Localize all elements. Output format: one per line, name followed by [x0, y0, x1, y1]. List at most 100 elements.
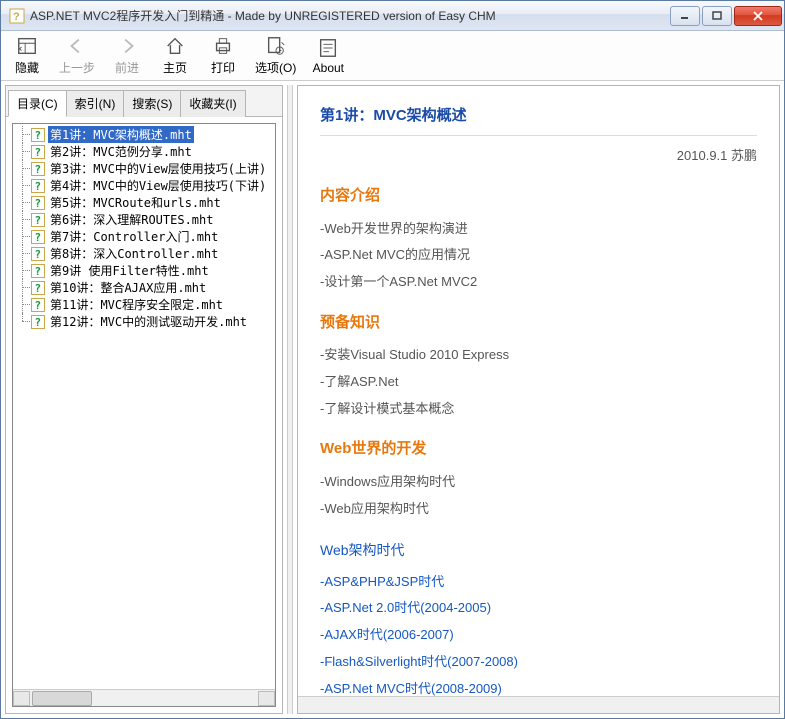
tree-item[interactable]: ? 第1讲：MVC架构概述.mht	[15, 126, 273, 143]
help-page-icon: ?	[31, 315, 45, 329]
hide-button[interactable]: 隐藏	[7, 33, 47, 78]
close-button[interactable]	[734, 6, 782, 26]
tool-label: About	[313, 61, 344, 75]
section-item: -安装Visual Studio 2010 Express	[320, 343, 757, 368]
tree-item-label: 第4讲：MVC中的View层使用技巧(下讲)	[48, 177, 268, 194]
tree-item-label: 第10讲：整合AJAX应用.mht	[48, 279, 208, 296]
titlebar[interactable]: ? ASP.NET MVC2程序开发入门到精通 - Made by UNREGI…	[1, 1, 784, 31]
tree-item[interactable]: ?第11讲：MVC程序安全限定.mht	[15, 296, 273, 313]
era-link[interactable]: -AJAX时代(2006-2007)	[320, 623, 757, 648]
section-heading: 内容介绍	[320, 182, 757, 211]
tree-item[interactable]: ?第6讲：深入理解ROUTES.mht	[15, 211, 273, 228]
tree-item-label: 第5讲：MVCRoute和urls.mht	[48, 194, 223, 211]
help-page-icon: ?	[31, 264, 45, 278]
tool-label: 主页	[163, 59, 187, 76]
section-item: -设计第一个ASP.Net MVC2	[320, 270, 757, 295]
tree-item[interactable]: ? 第9讲 使用Filter特性.mht	[15, 262, 273, 279]
tree-connector	[17, 313, 31, 330]
tree-item[interactable]: ? 第5讲：MVCRoute和urls.mht	[15, 194, 273, 211]
options-button[interactable]: 选项(O)	[251, 33, 300, 78]
tree-item-label: 第9讲 使用Filter特性.mht	[48, 262, 211, 279]
tree-container: ? 第1讲：MVC架构概述.mht? 第2讲：MVC范例分享.mht? 第3讲：MVC…	[12, 123, 276, 707]
content-area: 目录(C)索引(N)搜索(S)收藏夹(I) ?第1讲：MVC架构概述.mht?第…	[1, 81, 784, 718]
help-page-icon: ?	[31, 128, 45, 142]
era-link[interactable]: -ASP.Net 2.0时代(2004-2005)	[320, 596, 757, 621]
tree-item-label: 第12讲：MVC中的测试驱动开发.mht	[48, 313, 249, 330]
era-link[interactable]: -ASP.Net MVC时代(2008-2009)	[320, 677, 757, 696]
tree-item-label: 第1讲：MVC架构概述.mht	[48, 126, 194, 143]
forward-icon	[116, 35, 138, 57]
tree-item[interactable]: ? 第4讲：MVC中的View层使用技巧(下讲)	[15, 177, 273, 194]
tree-connector	[17, 262, 31, 279]
help-page-icon: ?	[31, 162, 45, 176]
tab-contents[interactable]: 目录(C)	[8, 90, 67, 117]
toolbar: 隐藏上一步 前进 主页 打印选项(O) About	[1, 31, 784, 81]
contents-tree[interactable]: ? 第1讲：MVC架构概述.mht? 第2讲：MVC范例分享.mht? 第3讲：MVC…	[13, 124, 275, 689]
tree-connector	[17, 177, 31, 194]
svg-text:?: ?	[13, 11, 20, 23]
svg-text:?: ?	[35, 265, 42, 278]
tree-item[interactable]: ?第12讲：MVC中的测试驱动开发.mht	[15, 313, 273, 330]
svg-text:?: ?	[35, 163, 42, 176]
section-item: -ASP.Net MVC的应用情况	[320, 243, 757, 268]
home-icon	[164, 35, 186, 57]
era-link[interactable]: -ASP&PHP&JSP时代	[320, 570, 757, 595]
back-button: 上一步	[55, 33, 99, 78]
svg-text:?: ?	[35, 282, 42, 295]
tree-connector	[17, 160, 31, 177]
content-horizontal-scrollbar[interactable]	[298, 696, 779, 713]
svg-text:?: ?	[35, 146, 42, 159]
svg-text:?: ?	[35, 180, 42, 193]
scroll-thumb[interactable]	[32, 691, 92, 706]
svg-text:?: ?	[35, 214, 42, 227]
maximize-button[interactable]	[702, 6, 732, 26]
svg-text:?: ?	[35, 129, 42, 142]
tree-item[interactable]: ? 第10讲：整合AJAX应用.mht	[15, 279, 273, 296]
tree-item-label: 第7讲：Controller入门.mht	[48, 228, 220, 245]
about-icon	[317, 37, 339, 59]
section-item: -Web应用架构时代	[320, 497, 757, 522]
section-item: -了解ASP.Net	[320, 370, 757, 395]
tree-item-label: 第3讲：MVC中的View层使用技巧(上讲)	[48, 160, 268, 177]
svg-text:?: ?	[35, 197, 42, 210]
tool-label: 上一步	[59, 59, 95, 76]
help-page-icon: ?	[31, 281, 45, 295]
window-buttons	[668, 6, 782, 26]
print-button[interactable]: 打印	[203, 33, 243, 78]
tree-connector	[17, 194, 31, 211]
nav-tabs: 目录(C)索引(N)搜索(S)收藏夹(I)	[6, 86, 282, 117]
tree-item[interactable]: ? 第2讲：MVC范例分享.mht	[15, 143, 273, 160]
tree-item[interactable]: ? 第3讲：MVC中的View层使用技巧(上讲)	[15, 160, 273, 177]
help-page-icon: ?	[31, 196, 45, 210]
help-page-icon: ?	[31, 298, 45, 312]
tab-index[interactable]: 索引(N)	[66, 90, 125, 117]
help-page-icon: ?	[31, 230, 45, 244]
about-button[interactable]: About	[308, 35, 348, 77]
tree-connector	[17, 126, 31, 143]
print-icon	[212, 35, 234, 57]
tree-horizontal-scrollbar[interactable]	[13, 689, 275, 706]
document-view[interactable]: 第1讲：MVC架构概述 2010.9.1 苏鹏 内容介绍-Web开发世界的架构演…	[298, 86, 779, 696]
tree-item-label: 第11讲：MVC程序安全限定.mht	[48, 296, 225, 313]
section-heading: 预备知识	[320, 309, 757, 338]
section-heading: Web世界的开发	[320, 435, 757, 464]
tab-favorites[interactable]: 收藏夹(I)	[180, 90, 245, 117]
scroll-left-button[interactable]	[13, 691, 30, 706]
tree-connector	[17, 279, 31, 296]
tree-connector	[17, 143, 31, 160]
doc-dateline: 2010.9.1 苏鹏	[320, 144, 757, 169]
svg-text:?: ?	[35, 248, 42, 261]
title-divider	[320, 135, 757, 136]
era-link[interactable]: -Flash&Silverlight时代(2007-2008)	[320, 650, 757, 675]
scroll-right-button[interactable]	[258, 691, 275, 706]
tree-item-label: 第2讲：MVC范例分享.mht	[48, 143, 194, 160]
splitter[interactable]	[287, 85, 293, 714]
minimize-button[interactable]	[670, 6, 700, 26]
tool-label: 打印	[211, 59, 235, 76]
tree-item-label: 第8讲：深入Controller.mht	[48, 245, 220, 262]
tab-search[interactable]: 搜索(S)	[123, 90, 181, 117]
tree-item[interactable]: ? 第8讲：深入Controller.mht	[15, 245, 273, 262]
home-button[interactable]: 主页	[155, 33, 195, 78]
tree-item[interactable]: ?第7讲：Controller入门.mht	[15, 228, 273, 245]
tool-label: 前进	[115, 59, 139, 76]
